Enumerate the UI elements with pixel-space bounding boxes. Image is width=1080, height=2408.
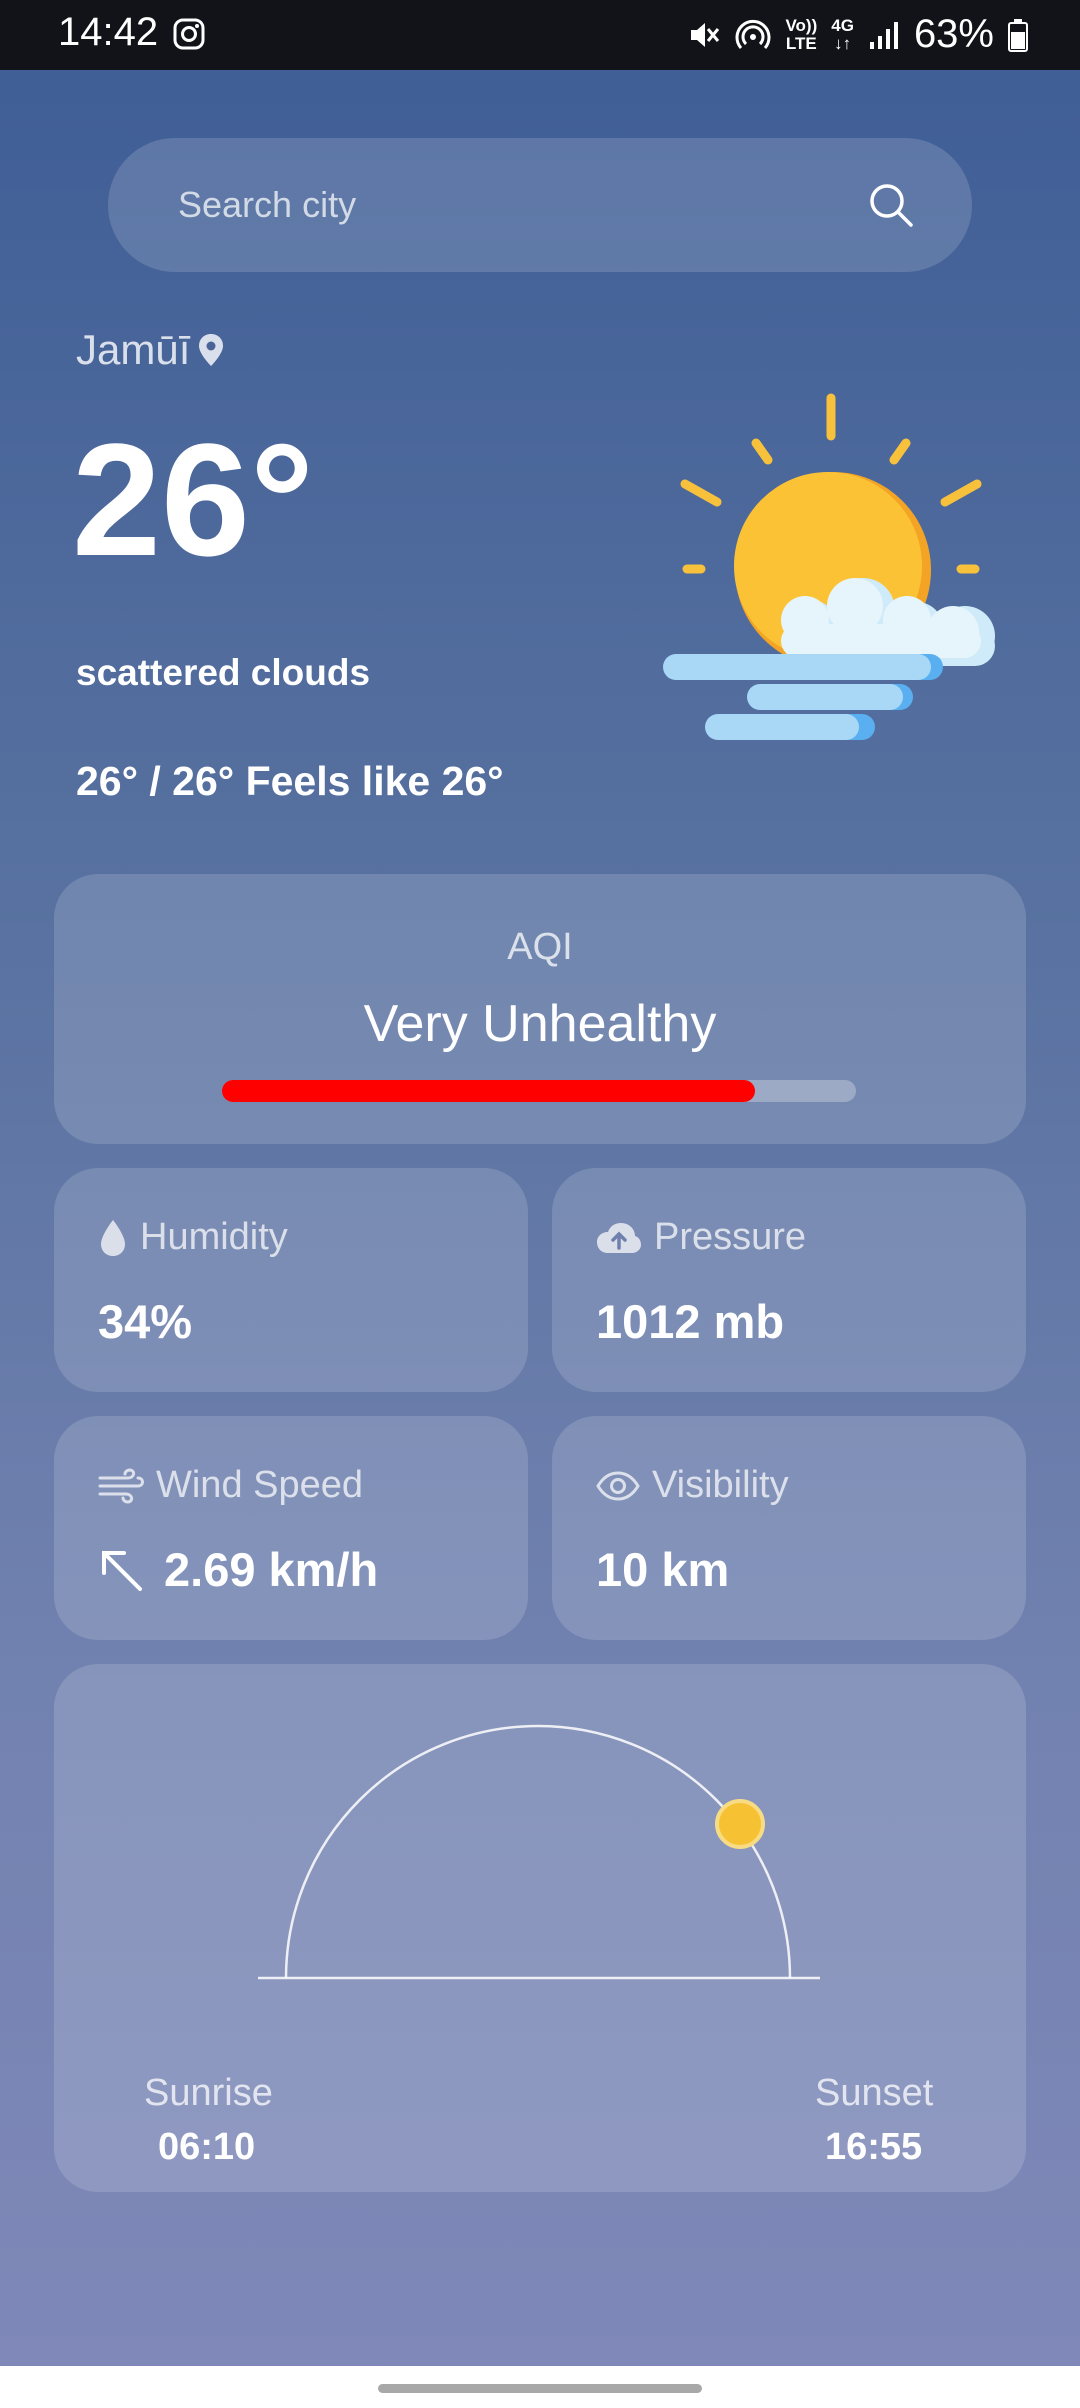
- current-temperature: 26°: [72, 410, 314, 589]
- humidity-value-row: 34%: [98, 1294, 192, 1349]
- status-bar: 14:42 Vo)) LTE 4G ↓↑ 63%: [0, 0, 1080, 70]
- status-time: 14:42: [58, 10, 159, 54]
- home-gesture-handle[interactable]: [378, 2384, 702, 2393]
- arrow-up-left-icon: [102, 1550, 142, 1591]
- wind-value: 2.69 km/h: [164, 1543, 379, 1596]
- hotspot-icon: [735, 19, 771, 49]
- location-pin-icon: [199, 334, 224, 366]
- visibility-header: Visibility: [596, 1464, 789, 1507]
- volte-top-text: Vo)): [785, 15, 818, 35]
- aqi-progress-fill: [222, 1080, 755, 1102]
- sunrise-label: Sunrise: [144, 2072, 273, 2114]
- sun-path-card: Sunrise 06:10 Sunset 16:55: [54, 1664, 1026, 2192]
- instagram-icon: [173, 18, 205, 50]
- pressure-label: Pressure: [654, 1216, 807, 1258]
- wind-label: Wind Speed: [156, 1464, 364, 1506]
- wind-header: Wind Speed: [98, 1464, 363, 1507]
- cloud-upload-icon: [597, 1222, 641, 1253]
- sun-position-marker: [715, 1799, 765, 1849]
- search-icon[interactable]: [866, 180, 916, 230]
- sunset-label: Sunset: [815, 2072, 934, 2114]
- pressure-header: Pressure: [596, 1216, 806, 1259]
- sunset-time: 16:55: [825, 2126, 923, 2168]
- sunrise-time: 06:10: [158, 2126, 256, 2168]
- aqi-progress-track: [222, 1080, 856, 1102]
- wind-card: Wind Speed 2.69 km/h: [54, 1416, 528, 1640]
- navigation-bar: [0, 2366, 1080, 2408]
- weather-screen: 14:42 Vo)) LTE 4G ↓↑ 63% Search city Jam…: [0, 0, 1080, 2408]
- aqi-label: AQI: [507, 926, 573, 968]
- pressure-value-row: 1012 mb: [596, 1294, 784, 1349]
- visibility-value-row: 10 km: [596, 1542, 729, 1597]
- battery-icon: [1008, 18, 1028, 52]
- humidity-header: Humidity: [98, 1216, 288, 1259]
- volte-indicator: Vo)) LTE: [785, 15, 818, 53]
- sun-path-arc: [284, 1724, 792, 1979]
- pressure-card: Pressure 1012 mb: [552, 1168, 1026, 1392]
- battery-percent: 63%: [913, 12, 994, 56]
- signal-icon: [869, 21, 898, 49]
- location-label[interactable]: Jamūī: [76, 326, 224, 374]
- eye-icon: [596, 1470, 640, 1501]
- network-indicator: 4G ↓↑: [831, 15, 854, 53]
- humidity-value: 34%: [98, 1295, 193, 1348]
- search-input[interactable]: Search city: [178, 184, 356, 226]
- wind-icon: [98, 1467, 144, 1504]
- visibility-value: 10 km: [596, 1543, 730, 1596]
- pressure-value: 1012 mb: [596, 1295, 785, 1348]
- sun-behind-cloud-icon: [663, 393, 995, 740]
- mute-icon: [691, 22, 720, 47]
- aqi-card: AQI Very Unhealthy: [54, 874, 1026, 1144]
- visibility-card: Visibility 10 km: [552, 1416, 1026, 1640]
- humidity-label: Humidity: [140, 1216, 288, 1258]
- weather-description: scattered clouds: [76, 652, 371, 693]
- data-arrows-icon: ↓↑: [834, 33, 852, 53]
- volte-bottom-text: LTE: [785, 33, 817, 53]
- search-bar[interactable]: Search city: [108, 138, 972, 272]
- city-name: Jamūī: [76, 326, 191, 373]
- network-type-text: 4G: [831, 15, 854, 35]
- min-max-feels-like: 26° / 26° Feels like 26°: [76, 758, 504, 804]
- humidity-card: Humidity 34%: [54, 1168, 528, 1392]
- water-drop-icon: [101, 1219, 125, 1256]
- wind-value-row: 2.69 km/h: [98, 1542, 378, 1597]
- aqi-value: Very Unhealthy: [363, 995, 717, 1053]
- visibility-label: Visibility: [652, 1464, 789, 1506]
